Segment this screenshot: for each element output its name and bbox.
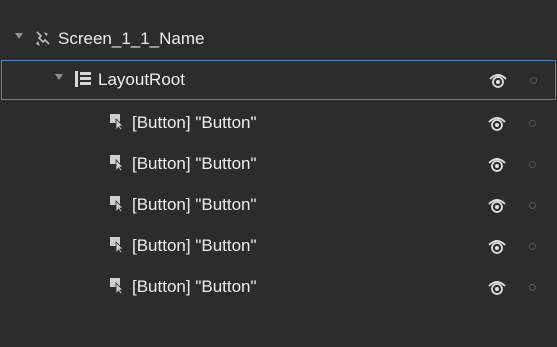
visibility-eye-icon[interactable] [487,114,507,132]
visibility-eye-icon[interactable] [487,196,507,214]
visibility-eye-icon[interactable] [488,71,508,89]
button-icon [110,114,126,132]
tree-item-layoutroot[interactable]: LayoutRoot [1,60,556,100]
tree-item-label: LayoutRoot [98,70,185,89]
tree-item-button[interactable]: [Button] "Button" [0,227,557,267]
lock-toggle-icon[interactable] [530,77,537,84]
tree-item-label: [Button] "Button" [132,154,257,173]
lock-toggle-icon[interactable] [529,161,536,168]
visibility-eye-icon[interactable] [487,155,507,173]
tree-item-button[interactable]: [Button] "Button" [0,186,557,226]
button-icon [110,155,126,173]
tree-item-screen[interactable]: Screen_1_1_Name [0,20,557,60]
tree-item-label: [Button] "Button" [132,113,257,132]
button-icon [110,237,126,255]
visibility-eye-icon[interactable] [487,278,507,296]
lock-toggle-icon[interactable] [529,284,536,291]
grid-icon [75,71,91,87]
expand-arrow-icon[interactable] [55,74,63,80]
objects-timeline-panel: Screen_1_1_Name LayoutRoot [Button] "But… [0,0,557,347]
tree-item-label: Screen_1_1_Name [58,29,205,48]
lock-toggle-icon[interactable] [529,202,536,209]
button-icon [110,196,126,214]
tree-item-button[interactable]: [Button] "Button" [0,104,557,144]
visibility-eye-icon[interactable] [487,237,507,255]
user-control-icon [34,30,50,46]
lock-toggle-icon[interactable] [529,243,536,250]
tree-item-label: [Button] "Button" [132,277,257,296]
tree-item-label: [Button] "Button" [132,236,257,255]
button-icon [110,278,126,296]
expand-arrow-icon[interactable] [15,33,23,39]
lock-toggle-icon[interactable] [529,120,536,127]
tree-item-button[interactable]: [Button] "Button" [0,145,557,185]
tree-item-button[interactable]: [Button] "Button" [0,268,557,308]
tree-item-label: [Button] "Button" [132,195,257,214]
